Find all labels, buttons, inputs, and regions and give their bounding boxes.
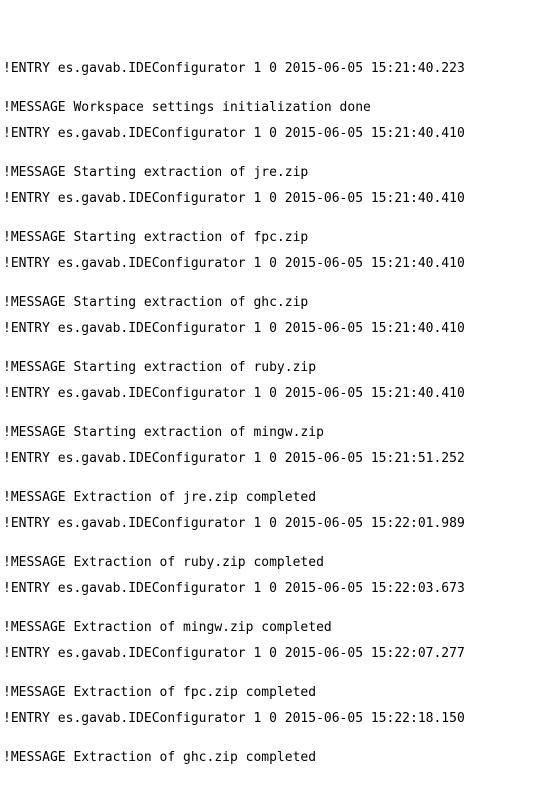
- entry-line: !ENTRY es.gavab.IDEConfigurator 1 0 2015…: [3, 191, 465, 206]
- entry-line: !ENTRY es.gavab.IDEConfigurator 1 0 2015…: [3, 711, 465, 726]
- entry-line: !ENTRY es.gavab.IDEConfigurator 1 0 2015…: [3, 386, 465, 401]
- entry-line: !ENTRY es.gavab.IDEConfigurator 1 0 2015…: [3, 516, 465, 531]
- entry-line: !ENTRY es.gavab.IDEConfigurator 1 0 2015…: [3, 451, 465, 466]
- entry-line: !ENTRY es.gavab.IDEConfigurator 1 0 2015…: [3, 126, 465, 141]
- entry-line: !ENTRY es.gavab.IDEConfigurator 1 0 2015…: [3, 646, 465, 661]
- entry-line: !ENTRY es.gavab.IDEConfigurator 1 0 2015…: [3, 581, 465, 596]
- log-entry: !ENTRY es.gavab.IDEConfigurator 1 0 2015…: [3, 36, 541, 114]
- entry-line: !ENTRY es.gavab.IDEConfigurator 1 0 2015…: [3, 61, 465, 76]
- entry-line: !ENTRY es.gavab.IDEConfigurator 1 0 2015…: [3, 256, 465, 271]
- message-line: !MESSAGE Extraction of ghc.zip completed: [3, 750, 317, 765]
- entry-line: !ENTRY es.gavab.IDEConfigurator 1 0 2015…: [3, 321, 465, 336]
- log-view: !ENTRY es.gavab.IDEConfigurator 1 0 2015…: [3, 10, 541, 764]
